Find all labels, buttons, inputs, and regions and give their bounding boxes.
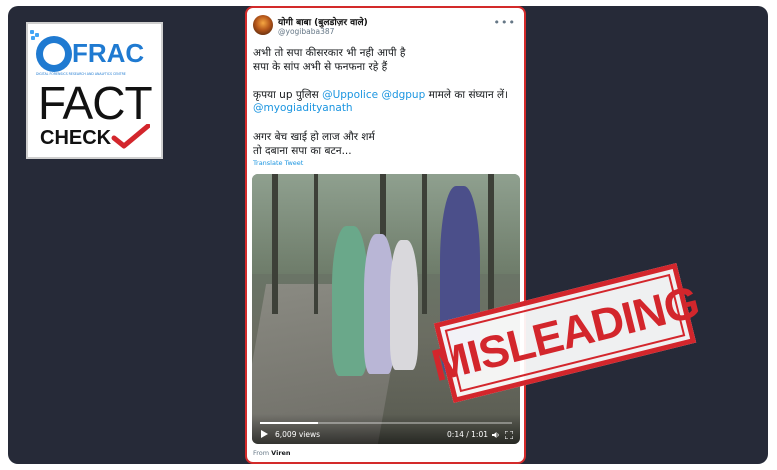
mention-link[interactable]: @dgpup <box>381 89 425 101</box>
dfrac-fact-check-logo: FRAC DIGITAL FORENSICS RESEARCH AND ANAL… <box>26 22 163 159</box>
author-handle[interactable]: @yogibaba387 <box>278 27 334 36</box>
video-source-prefix: From <box>253 449 272 457</box>
checkmark-icon <box>111 124 150 149</box>
logo-dots-icon <box>30 30 42 42</box>
speaker-icon[interactable] <box>492 431 500 439</box>
magnifier-icon <box>36 36 72 72</box>
tweet-request-suffix: मामले का संघ्यान लें। <box>425 89 509 101</box>
video-scene-tree <box>314 174 318 314</box>
tweet-request-line: कृपया up पुलिस @Uppolice @dgpup मामले का… <box>253 88 508 102</box>
avatar[interactable] <box>253 15 273 35</box>
fullscreen-icon[interactable] <box>505 431 513 439</box>
video-controls <box>252 414 520 444</box>
video-time: 0:14 / 1:01 <box>447 430 488 439</box>
video-source-name[interactable]: Viren <box>271 449 290 457</box>
logo-tagline: DIGITAL FORENSICS RESEARCH AND ANALYTICS… <box>36 72 126 76</box>
mention-link[interactable]: @myogiadityanath <box>253 102 353 114</box>
video-scene-tree <box>422 174 427 314</box>
video-player[interactable]: 6,009 views 0:14 / 1:01 <box>252 174 520 444</box>
tweet-text-line: अभी तो सपा कीसरकार भी नही आपी है <box>253 47 406 59</box>
video-source-line: From Viren <box>253 449 291 457</box>
more-options-icon[interactable]: ••• <box>494 16 516 29</box>
logo-fact-text: FACT <box>38 77 153 129</box>
logo-frac-text: FRAC <box>72 38 145 68</box>
video-views: 6,009 views <box>275 430 321 439</box>
tweet-mention-line: @myogiadityanath <box>253 102 353 114</box>
mention-link[interactable]: @Uppolice <box>322 89 378 101</box>
video-scene-tree <box>272 174 278 314</box>
tweet-text-line: अगर बेच खाई हो लाज और शर्म <box>253 131 375 143</box>
logo-check-text: CHECK <box>40 127 112 149</box>
tweet-text-line: तो दबाना सपा का बटन... <box>253 145 352 157</box>
translate-tweet-link[interactable]: Translate Tweet <box>253 159 303 167</box>
video-progress-fill <box>260 422 318 424</box>
play-icon[interactable] <box>261 430 268 438</box>
video-scene-person <box>332 226 368 376</box>
video-scene-tree <box>488 174 494 314</box>
video-progress-bar[interactable] <box>260 422 512 424</box>
video-scene-person <box>390 240 418 370</box>
tweet-text-line: सपा के सांप अभी से फनफना रहे हैं <box>253 61 388 73</box>
tweet-request-prefix: कृपया up पुलिस <box>253 89 323 101</box>
